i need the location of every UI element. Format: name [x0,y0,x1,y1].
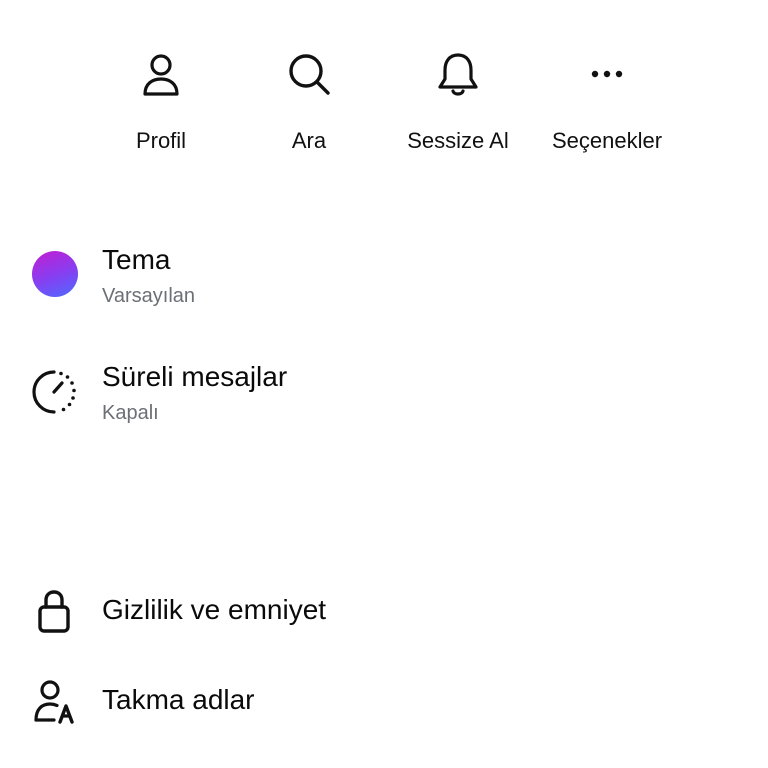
theme-color-swatch [32,251,78,297]
bell-icon [434,48,482,100]
mute-label: Sessize Al [407,128,509,153]
privacy-safety-title: Gizlilik ve emniyet [102,594,327,625]
quick-actions: Profil Ara Sessize Al Seçenekler [0,48,768,168]
lock-icon [28,585,80,637]
profile-label: Profil [135,128,187,153]
theme-row[interactable]: Tema Varsayılan [0,238,768,318]
more-horizontal-icon [583,48,631,100]
timer-icon [28,366,80,418]
nicknames-row[interactable]: Takma adlar [0,673,768,729]
theme-subtitle: Varsayılan [102,285,196,307]
disappearing-messages-subtitle: Kapalı [102,402,159,424]
search-label: Ara [291,128,327,153]
theme-title: Tema [102,244,171,275]
options-button[interactable]: Seçenekler [532,48,682,154]
search-icon [285,48,333,100]
options-label: Seçenekler [551,128,663,153]
person-icon [137,48,185,100]
disappearing-messages-row[interactable]: Süreli mesajlar Kapalı [0,355,768,435]
mute-button[interactable]: Sessize Al [383,48,533,154]
privacy-safety-row[interactable]: Gizlilik ve emniyet [0,583,768,639]
header-clip [0,0,768,10]
nicknames-title: Takma adlar [102,684,255,715]
profile-button[interactable]: Profil [86,48,236,154]
disappearing-messages-title: Süreli mesajlar [102,361,288,392]
person-nickname-icon [28,675,80,727]
search-button[interactable]: Ara [234,48,384,154]
